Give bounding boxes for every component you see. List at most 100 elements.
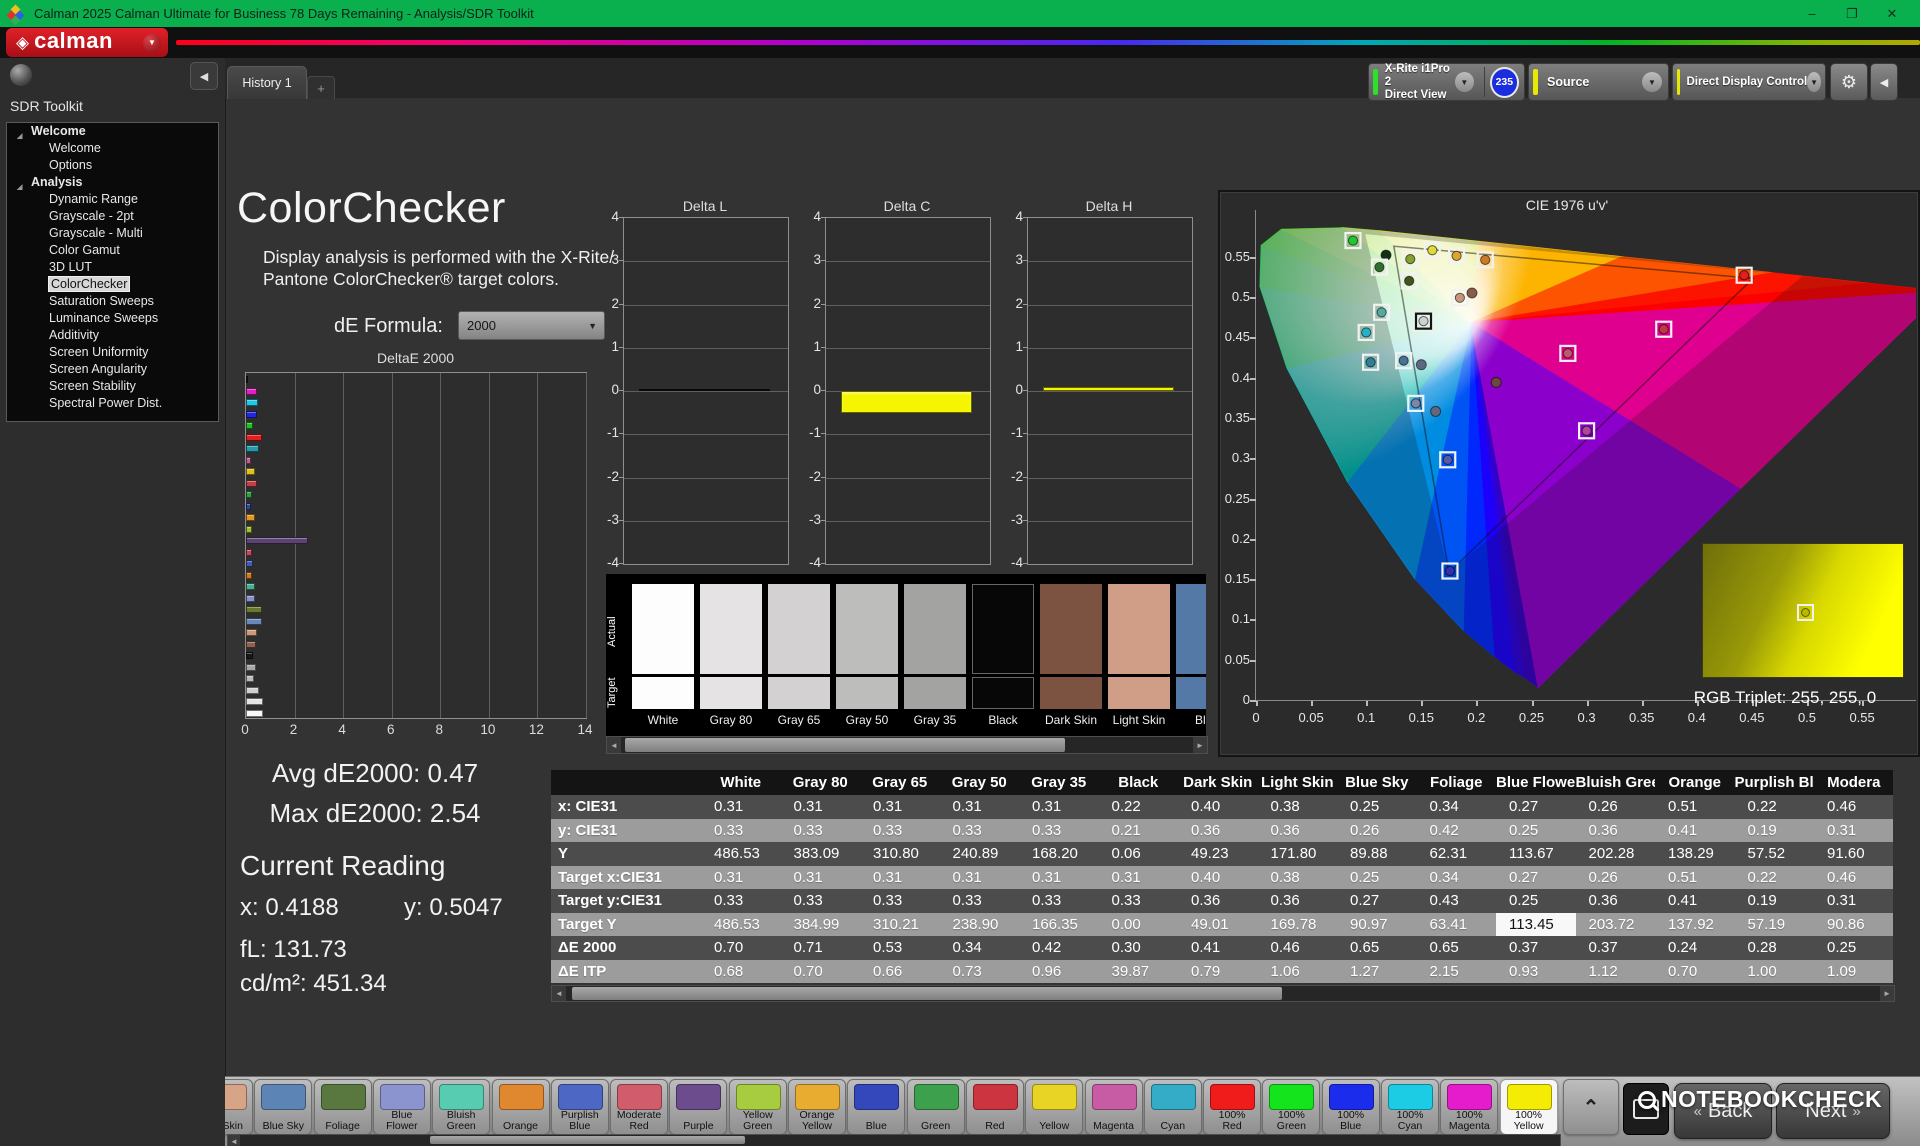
sidebar-item-dynamic-range[interactable]: Dynamic Range [7, 191, 218, 208]
patch-button-blue-sky[interactable]: Blue Sky [254, 1079, 313, 1135]
patch-button-green[interactable]: Green [906, 1079, 965, 1135]
chevron-down-icon[interactable]: ▼ [1642, 72, 1662, 92]
table-cell: 0.19 [1734, 889, 1814, 913]
patch-button-blue[interactable]: Blue [847, 1079, 906, 1135]
sidebar-sphere-button[interactable] [10, 64, 32, 86]
table-cell: 0.65 [1416, 936, 1496, 960]
collapse-panel-button[interactable]: ◀ [1870, 63, 1898, 101]
sidebar-item-screen-uniformity[interactable]: Screen Uniformity [7, 344, 218, 361]
patch-button-orange[interactable]: Orange [491, 1079, 550, 1135]
deltae-bar-orange-yellow [246, 514, 256, 521]
patch-button-magenta[interactable]: Magenta [1084, 1079, 1143, 1135]
patch-button-orange-yellow[interactable]: Orange Yellow [788, 1079, 846, 1135]
calman-logo[interactable]: ◈ calman ▼ [6, 28, 168, 57]
patch-label: White [647, 713, 679, 727]
logo-menu-button[interactable]: ▼ [143, 33, 161, 52]
sidebar-item-welcome[interactable]: ◢ Welcome [7, 123, 218, 140]
maximize-icon[interactable]: ❐ [1832, 0, 1872, 27]
axis-tick-label: -4 [808, 555, 821, 570]
scrollbar-thumb[interactable] [572, 987, 1282, 1000]
table-cell: 0.38 [1257, 865, 1337, 889]
patch-strip-scrollbar[interactable]: ◄ [227, 1134, 1561, 1146]
scroll-left-icon[interactable]: ◄ [552, 986, 566, 1001]
axis-tick-label: 6 [386, 722, 395, 737]
sidebar-item-welcome[interactable]: Welcome [7, 140, 218, 157]
meter-dropdown[interactable]: X-Rite i1Pro 2 Direct View ▼ 235 [1368, 63, 1525, 101]
add-tab-button[interactable]: + [307, 76, 335, 99]
patch-button-100-magenta[interactable]: 100% Magenta [1440, 1079, 1499, 1135]
chevron-down-icon[interactable]: ▼ [1454, 72, 1474, 92]
scroll-right-icon[interactable]: ► [1193, 737, 1207, 753]
gridline [1028, 477, 1192, 479]
sidebar-item-screen-stability[interactable]: Screen Stability [7, 378, 218, 395]
patch-button-purple[interactable]: Purple [669, 1079, 728, 1135]
deltae-bar-light-skin [246, 629, 258, 636]
scrollbar-thumb[interactable] [430, 1136, 745, 1144]
patch-button-purplish-blue[interactable]: Purplish Blue [550, 1079, 609, 1135]
patch-button-foliage[interactable]: Foliage [313, 1079, 372, 1135]
settings-button[interactable]: ⚙ [1830, 63, 1868, 101]
patch-button-100-green[interactable]: 100% Green [1262, 1079, 1321, 1135]
sidebar-item-grayscale-multi[interactable]: Grayscale - Multi [7, 225, 218, 242]
sidebar-item-additivity[interactable]: Additivity [7, 327, 218, 344]
expand-strip-button[interactable]: ⌃ [1563, 1079, 1619, 1135]
cie-x-tick-label: 0.55 [1849, 710, 1875, 725]
sidebar-item-label: Spectral Power Dist. [49, 396, 163, 410]
patch-button-bluish-green[interactable]: Bluish Green [432, 1079, 491, 1135]
delta-c-chart: Delta C 4 3 2 1 0 -1 -2 -3 -4 [795, 198, 991, 580]
sidebar-item-analysis[interactable]: ◢ Analysis [7, 174, 218, 191]
delta-chart-plot [825, 217, 991, 565]
axis-tick-label: 0 [611, 382, 619, 397]
sidebar-item-grayscale-2pt[interactable]: Grayscale - 2pt [7, 208, 218, 225]
sidebar-collapse-icon[interactable]: ◀ [190, 62, 218, 90]
gridline [1028, 391, 1192, 392]
patch-button-100-red[interactable]: 100% Red [1203, 1079, 1262, 1135]
display-control-dropdown[interactable]: Direct Display Control ▼ [1672, 63, 1826, 101]
sidebar-item-options[interactable]: Options [7, 157, 218, 174]
sidebar-item-saturation-sweeps[interactable]: Saturation Sweeps [7, 293, 218, 310]
minimize-icon[interactable]: – [1792, 0, 1832, 27]
patch-button-blue-flower[interactable]: Blue Flower [372, 1079, 431, 1135]
gridline [1028, 261, 1192, 263]
scroll-right-icon[interactable]: ► [1880, 986, 1894, 1001]
table-row: Y 486.53 383.09 310.80 240.89 168.20 0.06 49.23… [551, 842, 1893, 866]
swatch-strip-scrollbar[interactable]: ◄ ► [606, 736, 1208, 754]
meter-count-badge[interactable]: 235 [1489, 66, 1520, 98]
table-cell: 0.41 [1178, 936, 1258, 960]
sidebar-item-color-gamut[interactable]: Color Gamut [7, 242, 218, 259]
tab-history-1[interactable]: History 1 [227, 66, 307, 99]
sidebar-item-luminance-sweeps[interactable]: Luminance Sweeps [7, 310, 218, 327]
de-formula-dropdown[interactable]: 2000 ▼ [458, 311, 605, 340]
sidebar-item-screen-angularity[interactable]: Screen Angularity [7, 361, 218, 378]
patch-button-100-blue[interactable]: 100% Blue [1321, 1079, 1380, 1135]
sidebar-item-3d-lut[interactable]: 3D LUT [7, 259, 218, 276]
patch-button-red[interactable]: Red [965, 1079, 1024, 1135]
title-bar: Calman 2025 Calman Ultimate for Business… [0, 0, 1920, 27]
table-row: ΔE ITP 0.68 0.70 0.66 0.73 0.96 39.87 0.79 1.06 1… [551, 959, 1893, 983]
patch-button-ght-skin[interactable]: ght Skin [225, 1079, 253, 1135]
axis-tick [821, 433, 826, 435]
sidebar-item-colorchecker[interactable]: ColorChecker [7, 276, 218, 293]
scroll-left-icon[interactable]: ◄ [607, 737, 621, 753]
chevron-down-icon[interactable]: ▼ [1807, 72, 1821, 92]
table-cell: 138.29 [1655, 842, 1735, 866]
patch-button-yellow-green[interactable]: Yellow Green [728, 1079, 787, 1135]
deltae-bar-100-green [246, 422, 254, 429]
table-cell: 0.40 [1178, 795, 1258, 819]
source-dropdown[interactable]: Source ▼ [1528, 63, 1669, 101]
patch-button-moderate-red[interactable]: Moderate Red [610, 1079, 669, 1135]
table-cell: 2.15 [1416, 959, 1496, 983]
scroll-left-icon[interactable]: ◄ [228, 1135, 240, 1146]
patch-button-100-cyan[interactable]: 100% Cyan [1381, 1079, 1439, 1135]
row-label: ΔE ITP [551, 959, 701, 983]
deltae-bar-gray-65 [246, 686, 259, 694]
patch-button-yellow[interactable]: Yellow [1025, 1079, 1084, 1135]
patch-button-cyan[interactable]: Cyan [1143, 1079, 1202, 1135]
close-icon[interactable]: ✕ [1872, 0, 1912, 27]
axis-tick [1023, 563, 1028, 564]
sidebar-item-spectral-power-dist-[interactable]: Spectral Power Dist. [7, 395, 218, 412]
table-scrollbar[interactable]: ◄ ► [551, 985, 1895, 1002]
scrollbar-thumb[interactable] [625, 738, 1065, 752]
patch-button-100-yellow[interactable]: 100% Yellow [1499, 1079, 1558, 1135]
patch-button-label: 100% Magenta [1448, 1109, 1490, 1132]
